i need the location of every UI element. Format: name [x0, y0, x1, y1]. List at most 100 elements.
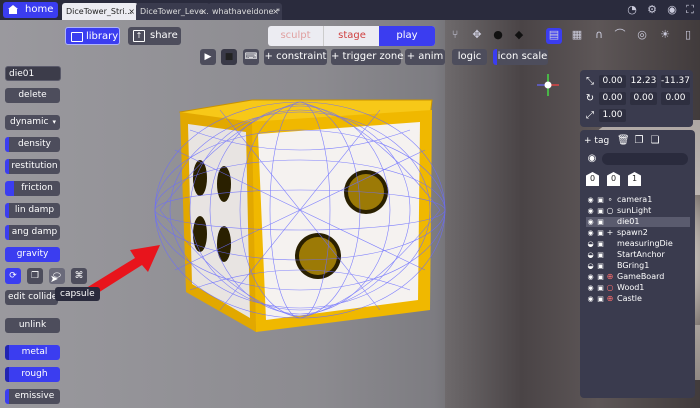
add-trigger-zone-button[interactable]: + trigger zone: [331, 49, 403, 65]
visibility-eye-icon[interactable]: ◉: [586, 294, 595, 304]
lock-icon[interactable]: ▣: [597, 294, 604, 304]
hidden-eye-icon[interactable]: ◒: [586, 261, 595, 271]
visibility-eye-icon[interactable]: ◉: [586, 206, 595, 216]
lock-icon[interactable]: ▣: [597, 206, 604, 216]
home-button[interactable]: home: [3, 2, 58, 18]
lock-icon[interactable]: ▣: [597, 195, 604, 205]
lin-damp-slider[interactable]: lin damp: [5, 203, 60, 218]
bulb-dark-icon[interactable]: ●: [491, 28, 505, 42]
target-icon[interactable]: ◎: [635, 28, 649, 42]
magnet-icon[interactable]: ∩: [592, 28, 606, 42]
hierarchy-item-wood1[interactable]: ◉ ▣ ○ Wood1: [586, 283, 690, 293]
box-collider-icon[interactable]: ⟳: [5, 268, 21, 284]
mode-stage-button[interactable]: stage: [323, 26, 381, 46]
tab-whathaveidone[interactable]: whathaveidone * ×: [208, 3, 282, 20]
pin-dark-icon[interactable]: ◆: [512, 28, 526, 42]
hidden-eye-icon[interactable]: ◒: [586, 239, 595, 249]
rough-slider[interactable]: rough: [5, 367, 60, 382]
object-type-icon: ∘: [607, 195, 613, 204]
lock-icon[interactable]: ▣: [597, 217, 604, 227]
performance-gauge-icon[interactable]: ◔: [625, 3, 639, 17]
hierarchy-item-gameboard[interactable]: ◉ ▣ ⊕ GameBoard: [586, 272, 690, 282]
add-tag-button[interactable]: + tag: [584, 134, 609, 148]
keyboard-icon[interactable]: ⌨: [243, 49, 259, 65]
library-button[interactable]: library: [65, 27, 120, 45]
lock-icon[interactable]: ▣: [597, 283, 604, 293]
trash-icon[interactable]: 🗑: [617, 135, 630, 147]
phone-preview-icon[interactable]: ▯: [681, 28, 695, 42]
rotation-y-field[interactable]: 0.00: [630, 92, 657, 105]
share-button[interactable]: ↑ share: [128, 27, 181, 45]
add-constraint-button[interactable]: + constraint: [264, 49, 327, 65]
move-icon[interactable]: ✥: [470, 28, 484, 42]
visibility-eye-icon[interactable]: ◉: [586, 272, 595, 282]
fullscreen-icon[interactable]: ⛶: [683, 3, 697, 17]
discord-icon[interactable]: ◉: [665, 3, 679, 17]
hierarchy-item-sunlight[interactable]: ◉ ▣ ○ sunLight: [586, 206, 690, 216]
position-z-field[interactable]: -11.37: [661, 75, 690, 88]
hierarchy-item-die01[interactable]: ◉ ▣ die01: [586, 217, 690, 227]
friction-slider[interactable]: friction: [5, 181, 60, 196]
tab-dicetower-leve[interactable]: DiceTower_Leve... ×: [136, 3, 210, 20]
grid-icon[interactable]: ▦: [570, 28, 584, 42]
unlink-button[interactable]: unlink: [5, 318, 60, 333]
settings-gear-icon[interactable]: ⚙: [645, 3, 659, 17]
stop-icon[interactable]: ■: [221, 49, 237, 65]
visibility-eye-icon[interactable]: ◉: [586, 217, 595, 227]
mode-play-button[interactable]: play: [379, 26, 435, 46]
hierarchy-filter-input[interactable]: [602, 153, 688, 165]
edit-collider-button[interactable]: edit collider: [5, 290, 58, 305]
scale-field[interactable]: 1.00: [599, 109, 626, 122]
position-y-field[interactable]: 12.23: [630, 75, 657, 88]
mesh-collider-icon[interactable]: ⌘: [71, 268, 87, 284]
hierarchy-item-castle[interactable]: ◉ ▣ ⊕ Castle: [586, 294, 690, 304]
lock-icon[interactable]: ▣: [597, 272, 604, 282]
object-name-field[interactable]: die01: [5, 66, 61, 81]
icon-scale-slider[interactable]: icon scale: [493, 49, 548, 65]
lock-icon[interactable]: ▣: [597, 261, 604, 271]
panel-toggle-icon[interactable]: ▤: [546, 28, 562, 44]
rotation-icon: ↻: [585, 93, 595, 104]
rotation-x-field[interactable]: 0.00: [599, 92, 626, 105]
play-icon[interactable]: ▶: [200, 49, 216, 65]
metal-slider[interactable]: metal: [5, 345, 60, 360]
hierarchy-item-startanchor[interactable]: ◒ ▣ StartAnchor: [586, 250, 690, 260]
density-slider[interactable]: density: [5, 137, 60, 152]
add-anim-button[interactable]: + anim: [405, 49, 445, 65]
tab-dicetower-stri[interactable]: DiceTower_Stri... ×: [62, 3, 138, 20]
rotation-z-field[interactable]: 0.00: [661, 92, 690, 105]
lock-icon[interactable]: ▣: [597, 250, 604, 260]
hidden-eye-icon[interactable]: ◒: [586, 250, 595, 260]
axis-gizmo[interactable]: [535, 72, 561, 98]
close-icon[interactable]: ×: [272, 3, 279, 20]
light-bulb-icon[interactable]: ☀: [658, 28, 672, 42]
arch-icon[interactable]: ⌒: [613, 28, 627, 42]
copy-icon[interactable]: ❐: [633, 135, 645, 147]
lock-icon[interactable]: ▣: [597, 228, 604, 238]
ang-damp-slider[interactable]: ang damp: [5, 225, 60, 240]
cube-collider-icon[interactable]: ❐: [27, 268, 43, 284]
body-type-select[interactable]: dynamic ▾: [5, 115, 60, 130]
lock-icon[interactable]: ▣: [597, 239, 604, 249]
restitution-slider[interactable]: restitution: [5, 159, 60, 174]
visibility-eye-icon[interactable]: ◉: [586, 283, 595, 293]
paste-icon[interactable]: ❏: [649, 135, 661, 147]
close-icon[interactable]: ×: [200, 3, 207, 20]
emissive-slider[interactable]: emissive: [5, 389, 60, 404]
gravity-toggle[interactable]: gravity: [5, 247, 60, 262]
position-x-field[interactable]: 0.00: [599, 75, 626, 88]
hierarchy-item-camera1[interactable]: ◉ ▣ ∘ camera1: [586, 195, 690, 205]
item-label: measuringDie: [617, 239, 673, 248]
hierarchy-item-bgring1[interactable]: ◒ ▣ BGring1: [586, 261, 690, 271]
visibility-eye-icon[interactable]: ◉: [586, 228, 595, 238]
mode-sculpt-button[interactable]: sculpt: [268, 26, 323, 46]
hierarchy-icon[interactable]: ⑂: [448, 28, 462, 42]
tab-label: whathaveidone *: [212, 7, 281, 16]
eye-icon[interactable]: ◉: [586, 153, 598, 165]
visibility-eye-icon[interactable]: ◉: [586, 195, 595, 205]
close-icon[interactable]: ×: [128, 3, 135, 20]
delete-button[interactable]: delete: [5, 88, 60, 103]
logic-button[interactable]: logic: [452, 49, 487, 65]
hierarchy-item-spawn2[interactable]: ◉ ▣ + spawn2: [586, 228, 690, 238]
hierarchy-item-measuringdie[interactable]: ◒ ▣ measuringDie: [586, 239, 690, 249]
